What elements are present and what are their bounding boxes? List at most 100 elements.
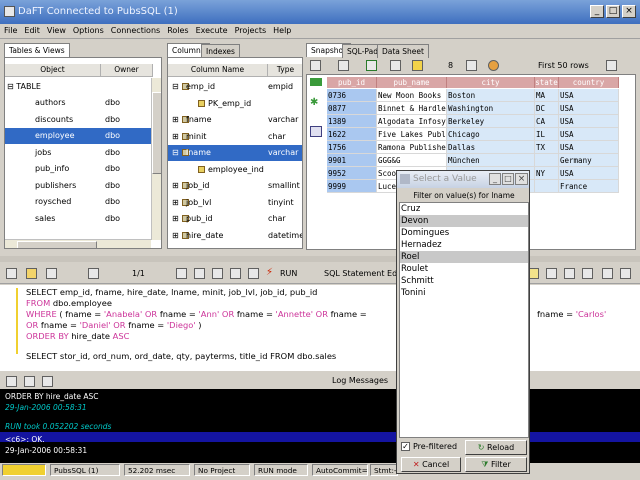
column-item-job_lvl[interactable]: ⊞ job_lvl tinyint [168,195,302,211]
paste-icon[interactable] [212,268,223,279]
star-icon[interactable]: ✱ [310,98,322,108]
table-item-jobs[interactable]: jobs dbo [5,145,151,161]
dialog-maximize-button[interactable]: □ [502,173,514,185]
grid-cell[interactable]: Binnet & Hardley [377,102,447,115]
grid-cell[interactable]: TX [535,141,559,154]
value-item[interactable]: Roel [400,251,528,263]
open-icon[interactable] [26,268,37,279]
table-item-employee[interactable]: employee dbo [5,128,151,144]
sql-editor[interactable]: SELECT emp_id, fname, hire_date, lname, … [0,285,640,371]
menu-edit[interactable]: Edit [20,24,43,35]
export-icon[interactable] [390,60,401,71]
grid-cell[interactable]: New Moon Books [377,89,447,102]
value-item[interactable]: Tonini [400,287,528,299]
grid-cell[interactable]: GGG&G [377,154,447,167]
value-item[interactable]: Hernadez [400,239,528,251]
collapse-icon[interactable]: ⊟ [172,145,179,161]
grid-cell[interactable]: 0877 [327,102,377,115]
grid-cell[interactable]: München [447,154,535,167]
log-top-icon[interactable] [24,376,35,387]
grid-header-city[interactable]: city [447,77,535,88]
menu-execute[interactable]: Execute [192,24,231,35]
menu-roles[interactable]: Roles [163,24,191,35]
log-copy-icon[interactable] [6,376,17,387]
grid-cell[interactable]: Dallas [447,141,535,154]
grid-cell[interactable]: Five Lakes Publish [377,128,447,141]
value-item[interactable]: Domingues [400,227,528,239]
database-icon[interactable] [488,60,499,71]
menu-projects[interactable]: Projects [231,24,270,35]
grid-cell[interactable]: 9901 [327,154,377,167]
table-item-discounts[interactable]: discounts dbo [5,112,151,128]
grid-cell[interactable]: 1756 [327,141,377,154]
grid-cell[interactable] [535,154,559,167]
left-scroll-thumb[interactable] [152,92,161,174]
expand-icon[interactable]: ⊞ [172,112,179,128]
grid-cell[interactable]: Chicago [447,128,535,141]
table-icon[interactable] [310,126,322,137]
menu-connections[interactable]: Connections [107,24,163,35]
column-item-employee_ind[interactable]: employee_ind [168,162,302,178]
grid-cell[interactable]: MA [535,89,559,102]
dialog-minimize-button[interactable]: _ [489,173,501,185]
column-item-pub_id[interactable]: ⊞ pub_id char [168,211,302,227]
menu-help[interactable]: Help [269,24,294,35]
grid-cell[interactable]: 1389 [327,115,377,128]
cancel-button[interactable]: ✕ Cancel [401,457,461,472]
minimize-button[interactable]: _ [590,5,604,18]
horizontal-splitter[interactable] [0,256,640,262]
grid-cell[interactable]: Ramona Publishers [377,141,447,154]
grid-cell[interactable]: USA [559,102,619,115]
grid-cell[interactable]: 0736 [327,89,377,102]
col-owner-header[interactable]: Owner [101,64,153,77]
dialog-close-button[interactable]: × [515,173,528,185]
grid-header-pub_name[interactable]: pub_name [377,77,447,88]
grid-header-state[interactable]: state [535,77,559,88]
value-item[interactable]: Devon [400,215,528,227]
cut-icon[interactable] [176,268,187,279]
reload-button[interactable]: ↻ Reload [465,440,527,455]
grid-cell[interactable]: Germany [559,154,619,167]
grid-header-pub_id[interactable]: pub_id [327,77,377,88]
grid-cell[interactable]: Boston [447,89,535,102]
expand-icon[interactable]: ⊞ [172,129,179,145]
column-item-lname[interactable]: ⊟ lname varchar [168,145,302,161]
check-icon[interactable] [366,60,377,71]
grid-cell[interactable]: France [559,180,619,193]
grid-cell[interactable]: IL [535,128,559,141]
undo-icon[interactable] [230,268,241,279]
copy-icon[interactable] [194,268,205,279]
grid-cell[interactable]: Washington [447,102,535,115]
maximize-button[interactable]: □ [606,5,620,18]
run-button[interactable]: RUN [280,269,297,278]
grid-cell[interactable]: USA [559,115,619,128]
table-item-authors[interactable]: authors dbo [5,95,151,111]
save-icon[interactable] [46,268,57,279]
value-list[interactable]: Cruz Devon Domingues Hernadez Roel Roulet Schm… [399,202,529,438]
col-name-header[interactable]: Column Name [168,64,268,77]
column-item-fname[interactable]: ⊞ fname varchar [168,112,302,128]
prev-icon[interactable] [88,268,99,279]
grid-cell[interactable]: 9952 [327,167,377,180]
grid-cell[interactable]: USA [559,167,619,180]
find-icon[interactable] [412,60,423,71]
column-item-minit[interactable]: ⊞ minit char [168,129,302,145]
grid-cell[interactable]: Algodata Infosyste [377,115,447,128]
log-save-icon[interactable] [42,376,53,387]
expand-icon[interactable]: ⊞ [172,228,179,244]
filter-button[interactable]: ⧩ Filter [465,457,527,472]
tab-indexes[interactable]: Indexes [201,44,240,58]
column-item-PK_emp_id[interactable]: PK_emp_id [168,96,302,112]
col-type-header[interactable]: Type [268,64,302,77]
table-item-roysched[interactable]: roysched dbo [5,194,151,210]
expand-icon[interactable]: ⊞ [172,178,179,194]
tool-icon-1[interactable] [546,268,557,279]
menu-file[interactable]: File [0,24,20,35]
menu-options[interactable]: Options [69,24,107,35]
grid-cell[interactable] [535,180,559,193]
refresh-icon[interactable] [338,60,349,71]
left-hscroll-thumb[interactable] [17,241,97,248]
grid-cell[interactable]: 1622 [327,128,377,141]
value-item[interactable]: Roulet [400,263,528,275]
grid-cell[interactable]: DC [535,102,559,115]
